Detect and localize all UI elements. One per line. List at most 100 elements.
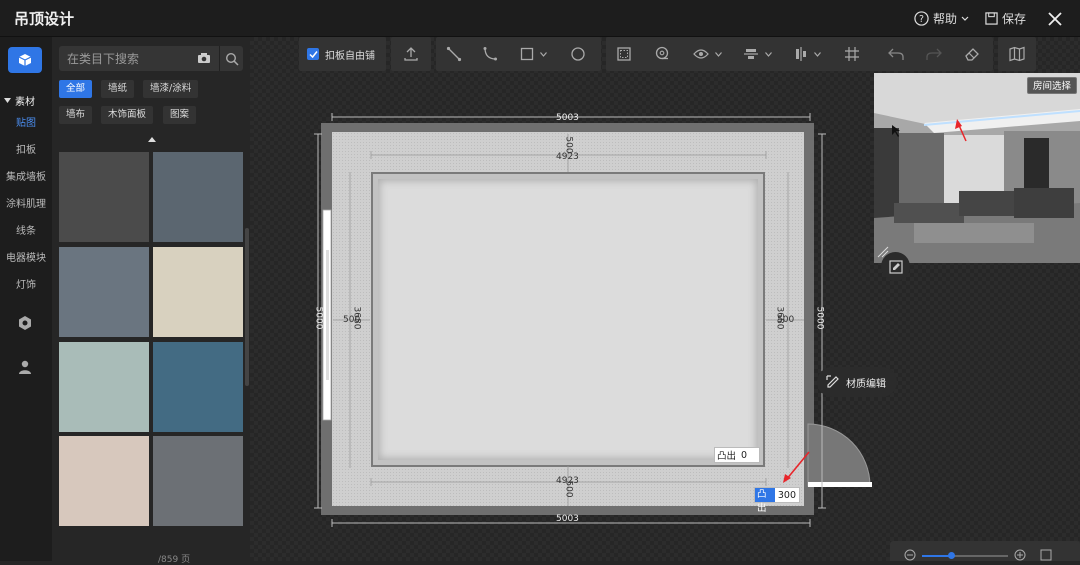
redo-button[interactable]: [915, 37, 953, 71]
draw-rect-button[interactable]: [508, 37, 558, 71]
room-render-image: [874, 73, 1080, 263]
category-item-lighting[interactable]: 灯饰: [0, 278, 52, 305]
material-swatch[interactable]: [153, 436, 243, 526]
material-library-button[interactable]: [8, 47, 42, 73]
grid-hash-icon: [845, 47, 859, 61]
material-swatch[interactable]: [153, 247, 243, 337]
category-item-paint-texture[interactable]: 涂料肌理: [0, 197, 52, 224]
top-bar: 吊顶设计 ? 帮助 保存: [0, 0, 1080, 37]
free-board-toggle[interactable]: 扣板自由铺: [299, 37, 386, 71]
undo-button[interactable]: [877, 37, 915, 71]
collapse-up-icon[interactable]: [148, 136, 156, 142]
material-edit-icon: [826, 375, 839, 388]
checkbox-icon: [307, 48, 319, 60]
protrude-inner-value[interactable]: 0: [738, 449, 751, 461]
toolbar-group-draw: [436, 37, 601, 71]
filter-chip-pattern[interactable]: 图案: [163, 106, 197, 124]
search-input[interactable]: 在类目下搜索: [67, 50, 139, 67]
category-item-buckle-board[interactable]: 扣板: [0, 143, 52, 170]
circle-tool-icon: [571, 47, 585, 61]
filter-chip-wall-paint[interactable]: 墙漆/涂料: [143, 80, 199, 98]
panel-scrollbar[interactable]: [245, 228, 249, 386]
align-horizontal-button[interactable]: [732, 37, 782, 71]
draw-line-button[interactable]: [436, 37, 472, 71]
category-item-appliance-module[interactable]: 电器模块: [0, 251, 52, 278]
material-swatch[interactable]: [59, 152, 149, 242]
redo-icon: [926, 48, 942, 60]
help-label: 帮助: [932, 12, 957, 26]
help-button[interactable]: ? 帮助: [914, 10, 969, 27]
category-item-texture[interactable]: 贴图: [0, 116, 52, 143]
search-box: 在类目下搜索: [59, 46, 243, 71]
filter-chip-wall-cloth[interactable]: 墙布: [59, 106, 93, 124]
free-board-label: 扣板自由铺: [325, 50, 375, 62]
zoom-slider-handle[interactable]: [948, 552, 955, 559]
model-icon[interactable]: [17, 315, 33, 331]
outer-width-bottom-label: 5003: [556, 514, 579, 524]
grid-button[interactable]: [832, 37, 872, 71]
align-horizontal-icon: [743, 49, 758, 59]
chevron-down-icon: [961, 16, 969, 21]
zoom-out-icon[interactable]: [904, 549, 916, 561]
svg-text:?: ?: [919, 14, 924, 25]
chevron-down-icon: [813, 51, 821, 57]
filter-chip-all[interactable]: 全部: [59, 80, 93, 98]
draw-arc-button[interactable]: [472, 37, 508, 71]
save-button[interactable]: 保存: [985, 10, 1026, 27]
select-area-button[interactable]: [606, 37, 642, 71]
search-button[interactable]: [219, 46, 243, 71]
close-icon[interactable]: [1046, 10, 1064, 28]
cube-icon: [18, 54, 32, 66]
save-icon: [985, 12, 998, 25]
app-title: 吊顶设计: [14, 10, 75, 28]
upload-button[interactable]: [391, 37, 431, 71]
preview-edit-button[interactable]: [881, 252, 910, 281]
save-label: 保存: [1001, 12, 1026, 26]
protrude-outer-field[interactable]: 凸出 300: [754, 487, 800, 514]
chevron-down-icon: [714, 51, 722, 57]
chevron-down-icon: [539, 51, 547, 57]
material-swatch[interactable]: [153, 152, 243, 242]
undo-icon: [888, 48, 904, 60]
outer-width-top-label: 5003: [556, 113, 579, 123]
caret-down-icon: [4, 98, 11, 103]
material-edit-button[interactable]: 材质编辑: [817, 367, 897, 397]
protrude-inner-label: 凸出: [717, 451, 737, 462]
annotation-arrow-icon: [783, 451, 810, 483]
eraser-button[interactable]: [953, 37, 991, 71]
bottom-offset-label: 500: [563, 480, 574, 498]
material-swatch[interactable]: [153, 342, 243, 432]
filter-chip-wallpaper[interactable]: 墙纸: [101, 80, 135, 98]
help-icon: ?: [914, 11, 929, 26]
chevron-down-icon: [764, 51, 772, 57]
floorplan-view-button[interactable]: [998, 37, 1036, 71]
material-panel: 在类目下搜索 全部 墙纸 墙漆/涂料 墙布 木饰面板 图案 /859 页: [52, 37, 250, 565]
zoom-in-icon[interactable]: [1014, 549, 1026, 561]
pagination-text: /859 页: [158, 555, 191, 565]
user-icon[interactable]: [17, 359, 33, 375]
material-swatch[interactable]: [59, 342, 149, 432]
material-swatch[interactable]: [59, 247, 149, 337]
right-depth-label: 3680: [774, 306, 785, 330]
category-list: 贴图 扣板 集成墙板 涂料肌理 线条 电器模块 灯饰: [0, 116, 52, 305]
view-visibility-button[interactable]: [682, 37, 732, 71]
protrude-outer-value[interactable]: 300: [774, 489, 799, 501]
align-vertical-button[interactable]: [782, 37, 832, 71]
measure-button[interactable]: [642, 37, 682, 71]
left-rail: 素材 贴图 扣板 集成墙板 涂料肌理 线条 电器模块 灯饰: [0, 37, 52, 561]
frame-select-icon: [617, 47, 631, 61]
category-item-lines[interactable]: 线条: [0, 224, 52, 251]
filter-chip-wood-veneer[interactable]: 木饰面板: [101, 106, 154, 124]
top-actions: ? 帮助 保存: [914, 0, 1080, 37]
protrude-inner-field[interactable]: 凸出 0: [714, 447, 760, 463]
material-swatch[interactable]: [59, 436, 149, 526]
camera-icon[interactable]: [197, 52, 211, 64]
draw-circle-button[interactable]: [558, 37, 598, 71]
category-item-integrated-wallboard[interactable]: 集成墙板: [0, 170, 52, 197]
map-icon: [1009, 46, 1025, 62]
arc-tool-icon: [483, 47, 497, 61]
room-3d-preview[interactable]: 房间选择: [874, 73, 1080, 263]
fit-screen-icon[interactable]: [1040, 549, 1052, 561]
material-section-header[interactable]: 素材: [4, 93, 35, 108]
room-select-button[interactable]: 房间选择: [1026, 77, 1077, 94]
